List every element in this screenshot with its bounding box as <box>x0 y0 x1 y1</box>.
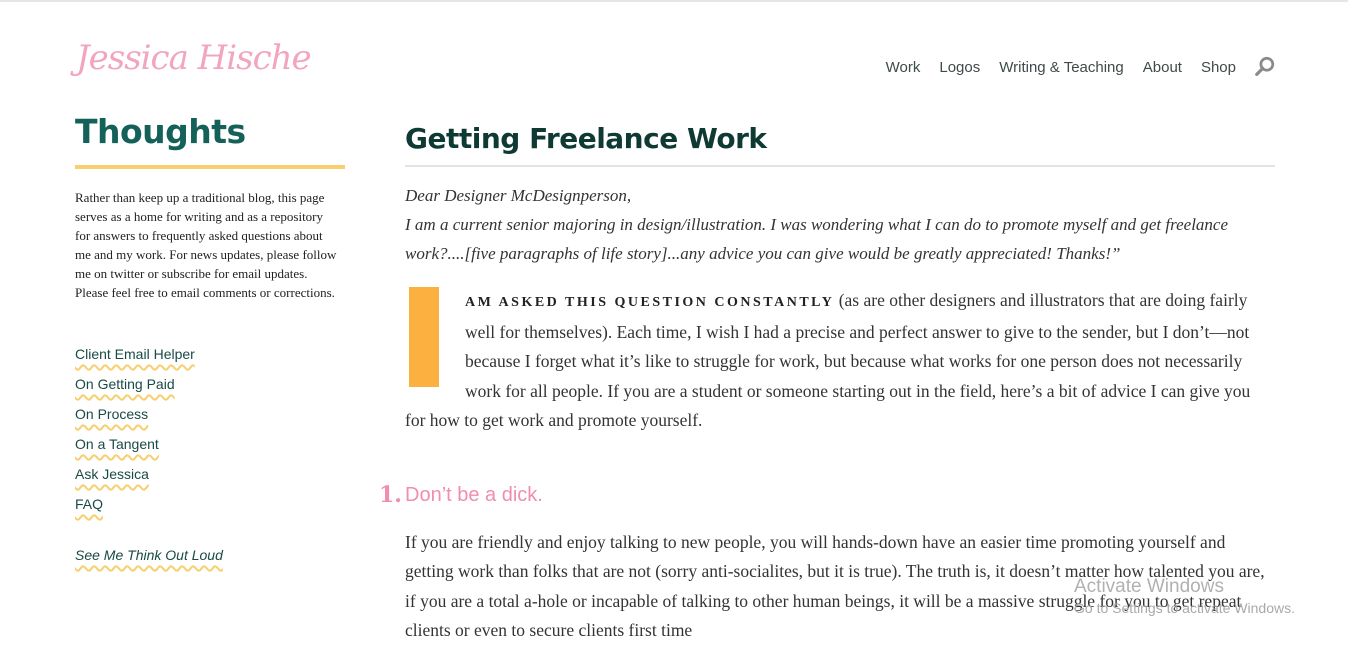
section-heading: 1. Don’t be a dick. <box>379 482 1275 512</box>
nav-about[interactable]: About <box>1143 59 1182 76</box>
sidebar-link[interactable]: FAQ <box>75 496 103 512</box>
reader-letter: Dear Designer McDesignperson, I am a cur… <box>405 181 1275 268</box>
sidebar-title: Thoughts <box>75 112 246 151</box>
windows-activation-watermark: Activate Windows Go to Settings to activ… <box>1074 576 1295 616</box>
top-border <box>0 0 1348 2</box>
search-icon[interactable] <box>1254 56 1276 78</box>
sidebar-link[interactable]: Ask Jessica <box>75 466 149 482</box>
lead-text: (as are other designers and illustrators… <box>405 290 1251 430</box>
lead-smallcaps: am asked this question constantly <box>465 295 835 310</box>
sidebar-link[interactable]: On Process <box>75 406 148 422</box>
sidebar-title-rule <box>75 165 345 169</box>
sidebar-item-on-process: On Process <box>75 406 195 436</box>
sidebar-links: Client Email Helper On Getting Paid On P… <box>75 346 195 526</box>
sidebar-item-on-a-tangent: On a Tangent <box>75 436 195 466</box>
letter-body: I am a current senior majoring in design… <box>405 215 1229 263</box>
watermark-line2: Go to Settings to activate Windows. <box>1074 600 1295 616</box>
sidebar-link[interactable]: On a Tangent <box>75 436 159 452</box>
sidebar-item-on-getting-paid: On Getting Paid <box>75 376 195 406</box>
lead-paragraph: I am asked this question constantly (as … <box>405 286 1275 436</box>
watermark-line1: Activate Windows <box>1074 576 1224 597</box>
nav-work[interactable]: Work <box>886 59 921 76</box>
section-number: 1. <box>379 481 402 508</box>
drop-cap: I <box>409 287 439 387</box>
section-heading-text: Don’t be a dick. <box>405 483 543 506</box>
main-nav: Work Logos Writing & Teaching About Shop <box>867 56 1276 78</box>
nav-writing-teaching[interactable]: Writing & Teaching <box>999 59 1124 76</box>
sidebar-item-client-email-helper: Client Email Helper <box>75 346 195 376</box>
sidebar-link[interactable]: Client Email Helper <box>75 346 195 362</box>
article: Getting Freelance Work Dear Designer McD… <box>379 118 1275 646</box>
site-logo[interactable]: Jessica Hische <box>76 38 312 78</box>
article-title: Getting Freelance Work <box>405 118 1275 167</box>
nav-shop[interactable]: Shop <box>1201 59 1236 76</box>
nav-logos[interactable]: Logos <box>939 59 980 76</box>
sidebar-intro: Rather than keep up a traditional blog, … <box>75 190 337 300</box>
sidebar-link[interactable]: On Getting Paid <box>75 376 175 392</box>
sidebar-item-faq: FAQ <box>75 496 195 526</box>
letter-greeting: Dear Designer McDesignperson, <box>405 186 632 205</box>
see-me-think-out-loud-link[interactable]: See Me Think Out Loud <box>75 547 223 563</box>
sidebar-item-ask-jessica: Ask Jessica <box>75 466 195 496</box>
